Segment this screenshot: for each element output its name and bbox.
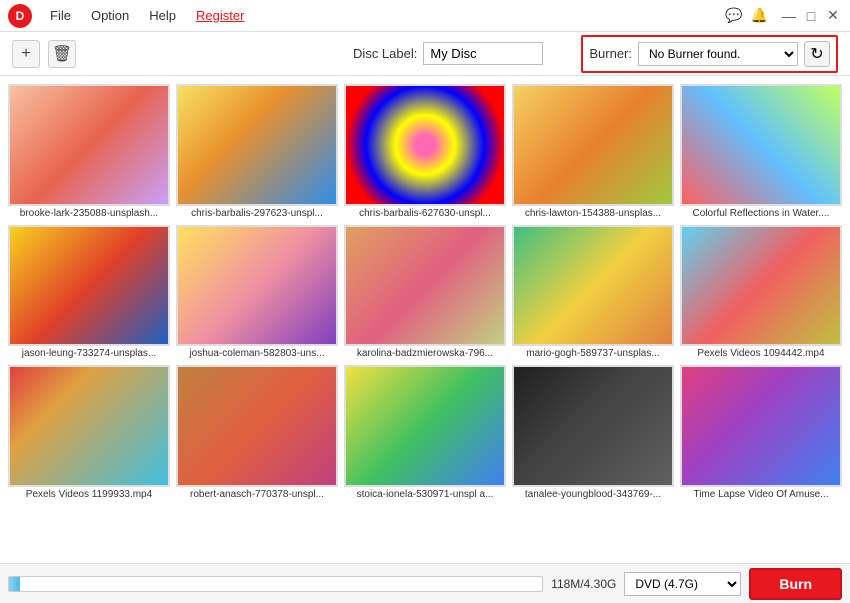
bottom-bar: 118M/4.30G DVD (4.7G) DVD-DL (8.5G) BD (… [0,563,850,603]
thumbnail-10 [10,367,168,485]
item-label: chris-barbalis-297623-unspl... [176,208,338,219]
grid-item[interactable]: stoica-ionela-530971-unspl a... [344,365,506,500]
item-label: chris-barbalis-627630-unspl... [344,208,506,219]
menu-register[interactable]: Register [186,4,254,27]
item-label: Time Lapse Video Of Amuse... [680,489,842,500]
thumbnail-wrapper [680,84,842,206]
item-label: Pexels Videos 1199933.mp4 [8,489,170,500]
thumbnail-12 [346,367,504,485]
menu-help[interactable]: Help [139,4,186,27]
thumbnail-wrapper [512,365,674,487]
grid-item[interactable]: jason-leung-733274-unsplas... [8,225,170,360]
burn-button[interactable]: Burn [749,568,842,600]
grid-area[interactable]: brooke-lark-235088-unsplash... chris-barb… [0,76,850,563]
grid-item[interactable]: joshua-coleman-582803-uns... [176,225,338,360]
grid-item[interactable]: Time Lapse Video Of Amuse... [680,365,842,500]
grid-item[interactable]: Pexels Videos 1199933.mp4 [8,365,170,500]
item-label: stoica-ionela-530971-unspl a... [344,489,506,500]
app-logo: D [8,4,32,28]
menu-file[interactable]: File [40,4,81,27]
thumbnail-14 [682,367,840,485]
grid-item[interactable]: chris-lawton-154388-unsplas... [512,84,674,219]
thumbnail-9 [682,227,840,345]
disc-label-input[interactable] [423,42,543,65]
thumbnail-wrapper [344,84,506,206]
item-label: joshua-coleman-582803-uns... [176,348,338,359]
add-button[interactable]: + [12,40,40,68]
thumbnail-2 [346,86,504,204]
grid-item[interactable]: robert-anasch-770378-unspl... [176,365,338,500]
thumbnail-13 [514,367,672,485]
thumbnail-8 [514,227,672,345]
item-label: chris-lawton-154388-unsplas... [512,208,674,219]
window-controls: 💬 🔔 — □ ✕ [725,7,842,25]
item-label: Colorful Reflections in Water.... [680,208,842,219]
thumbnail-wrapper [512,225,674,347]
thumbnail-wrapper [176,365,338,487]
menu-option[interactable]: Option [81,4,139,27]
maximize-button[interactable]: □ [802,7,820,25]
burner-select[interactable]: No Burner found. [638,42,798,66]
item-label: jason-leung-733274-unsplas... [8,348,170,359]
grid-item[interactable]: tanalee-youngblood-343769-... [512,365,674,500]
thumbnail-wrapper [680,365,842,487]
thumbnail-4 [682,86,840,204]
grid-item[interactable]: Pexels Videos 1094442.mp4 [680,225,842,360]
title-bar: D File Option Help Register 💬 🔔 — □ ✕ [0,0,850,32]
grid-item[interactable]: karolina-badzmierowska-796... [344,225,506,360]
progress-bar-fill [9,577,20,591]
thumbnail-7 [346,227,504,345]
menu-bar: File Option Help Register [40,4,725,27]
grid-item[interactable]: mario-gogh-589737-unsplas... [512,225,674,360]
thumbnail-6 [178,227,336,345]
thumbnail-0 [10,86,168,204]
progress-bar [8,576,543,592]
grid-item[interactable]: Colorful Reflections in Water.... [680,84,842,219]
delete-button[interactable]: 🗑 [48,40,76,68]
item-label: karolina-badzmierowska-796... [344,348,506,359]
disc-type-select[interactable]: DVD (4.7G) DVD-DL (8.5G) BD (25G) [624,572,741,596]
item-label: brooke-lark-235088-unsplash... [8,208,170,219]
grid-item[interactable]: chris-barbalis-627630-unspl... [344,84,506,219]
thumbnail-wrapper [512,84,674,206]
disc-label-text: Disc Label: [353,46,417,61]
grid-item[interactable]: brooke-lark-235088-unsplash... [8,84,170,219]
item-label: tanalee-youngblood-343769-... [512,489,674,500]
thumbnail-1 [178,86,336,204]
thumbnail-wrapper [176,84,338,206]
thumbnail-wrapper [344,225,506,347]
thumbnail-wrapper [8,225,170,347]
thumbnail-wrapper [8,365,170,487]
item-label: Pexels Videos 1094442.mp4 [680,348,842,359]
grid-item[interactable]: chris-barbalis-297623-unspl... [176,84,338,219]
thumbnail-wrapper [680,225,842,347]
disc-label-section: Disc Label: [353,42,543,65]
item-label: mario-gogh-589737-unsplas... [512,348,674,359]
burner-label: Burner: [589,46,632,61]
thumbnail-wrapper [8,84,170,206]
chat-icon[interactable]: 💬 [725,7,742,24]
refresh-button[interactable]: ↻ [804,41,830,67]
thumbnail-wrapper [176,225,338,347]
thumbnail-wrapper [344,365,506,487]
close-button[interactable]: ✕ [824,7,842,25]
bell-icon[interactable]: 🔔 [751,7,768,24]
item-label: robert-anasch-770378-unspl... [176,489,338,500]
toolbar: + 🗑 Disc Label: Burner: No Burner found.… [0,32,850,76]
burner-section: Burner: No Burner found. ↻ [581,35,838,73]
thumbnail-11 [178,367,336,485]
minimize-button[interactable]: — [780,7,798,25]
thumbnail-5 [10,227,168,345]
grid-container: brooke-lark-235088-unsplash... chris-barb… [8,84,842,500]
main-content: brooke-lark-235088-unsplash... chris-barb… [0,76,850,563]
thumbnail-3 [514,86,672,204]
storage-info: 118M/4.30G [551,577,616,591]
